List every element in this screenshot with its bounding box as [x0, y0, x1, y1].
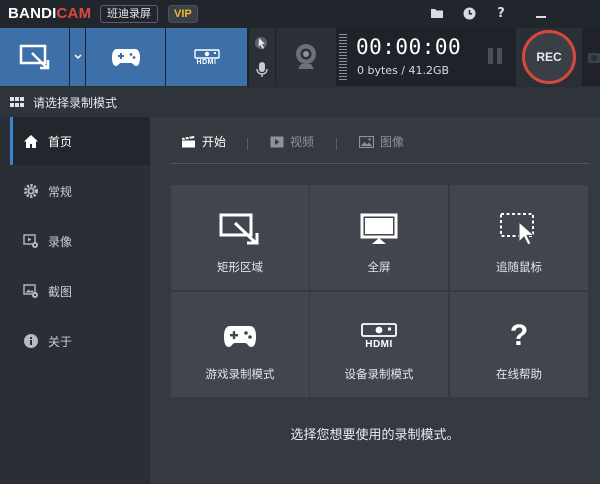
header-title: 请选择录制模式	[33, 95, 118, 110]
webcam-icon	[296, 44, 316, 69]
sidebar: 首页 常规 录像 截图 关于	[0, 117, 150, 484]
sidebar-item-label: 关于	[48, 334, 73, 349]
tile-follow-mouse[interactable]: 追随鼠标	[450, 185, 588, 290]
tab-image[interactable]: 图像	[359, 133, 404, 150]
image-settings-icon	[22, 282, 40, 300]
hdmi-label: HDMI	[365, 338, 393, 350]
tab-bar: 开始 视频 图像	[171, 117, 589, 164]
sidebar-item-general[interactable]: 常规	[10, 167, 150, 215]
gamepad-icon	[222, 318, 258, 354]
audio-level-meter	[339, 34, 347, 80]
webcam-device-icon	[193, 48, 220, 59]
mode-dropdown-button[interactable]	[70, 28, 85, 86]
game-mode-button[interactable]	[86, 28, 165, 86]
video-settings-icon	[22, 232, 40, 250]
rec-label: REC	[522, 30, 576, 84]
play-icon	[270, 136, 284, 148]
tile-label: 游戏录制模式	[205, 367, 275, 381]
grid-icon	[10, 97, 24, 107]
tile-online-help[interactable]: ? 在线帮助	[450, 292, 588, 397]
picture-icon	[359, 135, 374, 148]
tile-label: 全屏	[367, 260, 391, 274]
device-mode-button[interactable]: HDMI	[166, 28, 247, 86]
tile-label: 设备录制模式	[344, 367, 414, 381]
sidebar-item-screenshot[interactable]: 截图	[10, 267, 150, 315]
input-controls	[249, 28, 275, 86]
follow-mouse-icon	[499, 211, 539, 247]
footer-hint: 选择您想要使用的录制模式。	[290, 428, 460, 443]
minimize-icon[interactable]	[532, 4, 550, 22]
clapperboard-icon	[181, 135, 196, 148]
tab-label: 开始	[202, 135, 227, 149]
home-icon	[22, 132, 40, 150]
tile-label: 追随鼠标	[496, 260, 542, 274]
webcam-overlay-button[interactable]	[276, 28, 336, 86]
tab-video[interactable]: 视频	[270, 133, 314, 150]
app-name-badge: 班迪录屏	[100, 5, 158, 23]
sidebar-item-home[interactable]: 首页	[10, 117, 150, 165]
sidebar-item-about[interactable]: 关于	[10, 317, 150, 365]
tile-label: 矩形区域	[217, 260, 263, 274]
sidebar-item-label: 录像	[48, 234, 73, 249]
tile-fullscreen[interactable]: 全屏	[310, 185, 448, 290]
rectangle-area-icon	[19, 44, 49, 70]
sidebar-item-label: 常规	[48, 184, 73, 199]
main-content: 开始 视频 图像 矩形区域 全屏 追随鼠标 游戏录制模式 HDMI 设备录制模式…	[150, 117, 600, 484]
rectangle-mode-button[interactable]	[0, 28, 69, 86]
file-size: 0 bytes / 41.2GB	[357, 64, 450, 77]
tile-device-mode[interactable]: HDMI 设备录制模式	[310, 292, 448, 397]
vip-badge[interactable]: VIP	[168, 5, 198, 23]
tab-label: 视频	[290, 135, 315, 149]
recording-timer: 00:00:00	[356, 35, 462, 59]
help-icon: ?	[509, 319, 529, 352]
tab-start[interactable]: 开始	[181, 133, 226, 150]
screenshot-icon[interactable]	[586, 48, 600, 66]
info-icon	[22, 332, 40, 350]
tab-divider	[336, 138, 337, 150]
microphone-icon[interactable]	[256, 61, 268, 79]
tile-label: 在线帮助	[496, 367, 542, 381]
rectangle-area-icon	[218, 211, 262, 247]
sidebar-item-label: 截图	[48, 284, 73, 299]
tile-rectangle-area[interactable]: 矩形区域	[171, 185, 309, 290]
tab-divider	[247, 138, 248, 150]
hdmi-device-icon: HDMI	[361, 318, 397, 354]
sidebar-item-video[interactable]: 录像	[10, 217, 150, 265]
bandicam-logo: BANDICAM	[8, 5, 92, 22]
cursor-settings-icon[interactable]	[255, 35, 269, 51]
tile-game-mode[interactable]: 游戏录制模式	[171, 292, 309, 397]
chevron-down-icon	[73, 54, 82, 60]
gear-icon	[22, 182, 40, 200]
folder-icon[interactable]	[428, 4, 446, 22]
toolbar: HDMI 00:00:00 0 bytes / 41.2GB REC	[0, 28, 600, 86]
hdmi-label: HDMI	[196, 58, 217, 66]
record-button[interactable]: REC	[516, 28, 582, 86]
tab-label: 图像	[380, 135, 405, 149]
fullscreen-monitor-icon	[360, 211, 398, 247]
mode-header: 请选择录制模式	[0, 87, 600, 117]
gamepad-icon	[111, 49, 140, 66]
clock-icon[interactable]	[460, 4, 478, 22]
title-bar: BANDICAM 班迪录屏 VIP ?	[0, 0, 600, 28]
sidebar-item-label: 首页	[48, 134, 73, 149]
pause-icon[interactable]	[488, 48, 504, 66]
help-icon[interactable]: ?	[492, 4, 510, 22]
